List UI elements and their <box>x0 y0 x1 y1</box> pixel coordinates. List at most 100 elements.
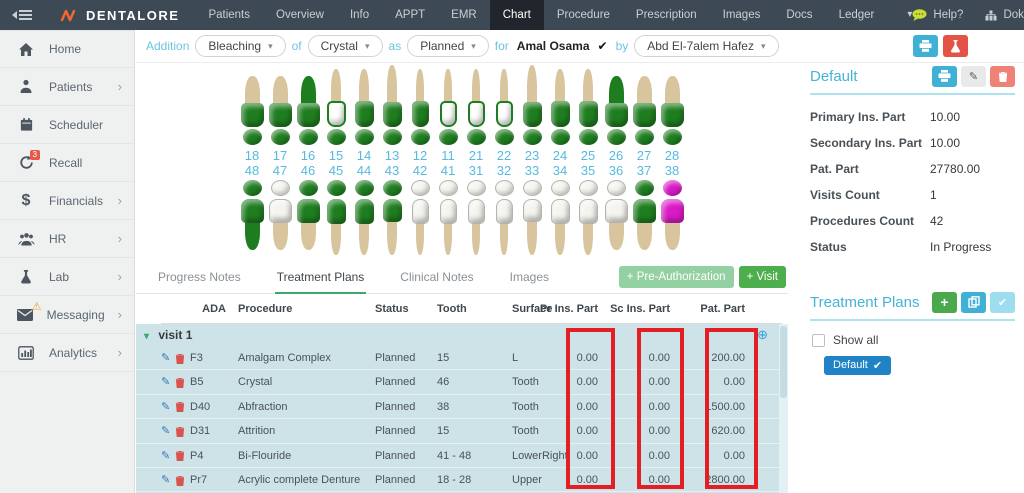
lab-order-button[interactable] <box>943 35 968 57</box>
copy-plan-button[interactable] <box>961 292 986 313</box>
tooth-24[interactable]: 24 <box>547 65 574 163</box>
tooth-17[interactable]: 17 <box>267 65 294 163</box>
tab-treatment-plans[interactable]: Treatment Plans <box>275 261 367 294</box>
add-plan-button[interactable]: + <box>932 292 957 313</box>
tooth-33[interactable]: 33 <box>519 163 546 255</box>
tooth-41[interactable]: 41 <box>435 163 462 255</box>
tooth-22[interactable]: 22 <box>491 65 518 163</box>
tooth-48[interactable]: 48 <box>239 163 266 255</box>
tooth-21[interactable]: 21 <box>463 65 490 163</box>
provider-dropdown[interactable]: Abd El-7alem Hafez▾ <box>634 35 778 57</box>
plan-edit-button[interactable]: ✎ <box>961 66 986 87</box>
hamburger-icon <box>19 8 32 22</box>
tab-images[interactable]: Images <box>508 261 551 294</box>
tooth-27[interactable]: 27 <box>631 65 658 163</box>
add-procedure-to-visit-icon[interactable]: ⊕ <box>757 324 768 346</box>
nav-item-patients[interactable]: Patients <box>195 0 263 30</box>
material-dropdown[interactable]: Crystal▾ <box>308 35 383 57</box>
tooth-number: 45 <box>329 163 343 178</box>
nav-item-appt[interactable]: APPT <box>382 0 438 30</box>
edit-icon[interactable]: ✎ <box>161 346 170 370</box>
sidebar-item-recall[interactable]: 3Recall <box>0 144 134 182</box>
show-all-checkbox[interactable] <box>812 334 825 347</box>
sidebar-item-patients[interactable]: Patients› <box>0 68 134 106</box>
summary-field-procedures-count: Procedures Count42 <box>810 208 1015 234</box>
tab-progress-notes[interactable]: Progress Notes <box>156 261 243 294</box>
plan-print-button[interactable] <box>932 66 957 87</box>
clinic-menu[interactable]: Dokki <box>985 9 1024 21</box>
nav-item-prescription[interactable]: Prescription <box>623 0 710 30</box>
table-header: ADAProcedureStatusToothSurfacePr Ins. Pa… <box>136 294 788 324</box>
visit-collapse-caret-icon[interactable]: ▾ <box>144 331 149 342</box>
nav-item-emr[interactable]: EMR <box>438 0 490 30</box>
status-dropdown[interactable]: Planned▾ <box>407 35 489 57</box>
procedure-dropdown[interactable]: Bleaching▾ <box>195 35 285 57</box>
tooth-occlusal-view <box>243 180 262 196</box>
tooth-15[interactable]: 15 <box>323 65 350 163</box>
table-scrollbar[interactable] <box>779 324 788 493</box>
tooth-45[interactable]: 45 <box>323 163 350 255</box>
tooth-47[interactable]: 47 <box>267 163 294 255</box>
nav-item-images[interactable]: Images <box>710 0 774 30</box>
nav-item-chart[interactable]: Chart <box>490 0 544 30</box>
edit-icon[interactable]: ✎ <box>161 468 170 492</box>
sidebar-item-hr[interactable]: HR› <box>0 220 134 258</box>
sidebar-item-analytics[interactable]: Analytics› <box>0 334 134 372</box>
nav-item-docs[interactable]: Docs <box>773 0 825 30</box>
edit-icon[interactable]: ✎ <box>161 395 170 419</box>
nav-item-info[interactable]: Info <box>337 0 382 30</box>
nav-item-overview[interactable]: Overview <box>263 0 337 30</box>
nav-item-ledger[interactable]: Ledger <box>826 0 888 30</box>
tooth-23[interactable]: 23 <box>519 65 546 163</box>
tooth-13[interactable]: 13 <box>379 65 406 163</box>
plan-delete-button[interactable] <box>990 66 1015 87</box>
sidebar-item-scheduler[interactable]: Scheduler <box>0 106 134 144</box>
default-plan-badge[interactable]: Default ✔ <box>824 356 891 375</box>
sidebar-item-home[interactable]: Home <box>0 30 134 68</box>
tooth-26[interactable]: 26 <box>603 65 630 163</box>
cell-pr-ins-part: 0.00 <box>577 468 598 492</box>
edit-icon[interactable]: ✎ <box>161 444 170 468</box>
tooth-38[interactable]: 38 <box>659 163 686 255</box>
tooth-18[interactable]: 18 <box>239 65 266 163</box>
help-menu[interactable]: Help? <box>912 9 963 22</box>
scrollbar-thumb[interactable] <box>780 326 787 398</box>
tooth-46[interactable]: 46 <box>295 163 322 255</box>
tooth-16[interactable]: 16 <box>295 65 322 163</box>
tooth-occlusal-view <box>383 180 402 196</box>
tooth-37[interactable]: 37 <box>631 163 658 255</box>
cell-procedure: Abfraction <box>230 395 375 419</box>
sidebar-item-financials[interactable]: $Financials› <box>0 182 134 220</box>
tooth-crown <box>496 101 513 127</box>
add-visit-button[interactable]: + Visit <box>739 266 786 288</box>
pre-authorization-button[interactable]: + Pre-Authorization <box>619 266 734 288</box>
tooth-44[interactable]: 44 <box>351 163 378 255</box>
app-logo[interactable]: DENTALORE <box>60 8 179 23</box>
tooth-11[interactable]: 11 <box>435 65 462 163</box>
edit-icon[interactable]: ✎ <box>161 370 170 394</box>
tooth-25[interactable]: 25 <box>575 65 602 163</box>
tooth-number: 12 <box>413 148 427 163</box>
sidebar-item-messaging[interactable]: ⚠Messaging› <box>0 296 134 334</box>
cell-status: Planned <box>375 370 437 394</box>
sidebar-item-lab[interactable]: Lab› <box>0 258 134 296</box>
tooth-14[interactable]: 14 <box>351 65 378 163</box>
tooth-42[interactable]: 42 <box>407 163 434 255</box>
tooth-12[interactable]: 12 <box>407 65 434 163</box>
tooth-32[interactable]: 32 <box>491 163 518 255</box>
tooth-35[interactable]: 35 <box>575 163 602 255</box>
check-icon[interactable]: ✔ <box>598 39 608 53</box>
print-button[interactable] <box>913 35 938 57</box>
field-label: Status <box>810 240 930 254</box>
tooth-31[interactable]: 31 <box>463 163 490 255</box>
tooth-28[interactable]: 28 <box>659 65 686 163</box>
nav-item-procedure[interactable]: Procedure <box>544 0 623 30</box>
confirm-plan-button[interactable]: ✔ <box>990 292 1015 313</box>
cell-ada: F3 <box>184 346 230 370</box>
tooth-36[interactable]: 36 <box>603 163 630 255</box>
edit-icon[interactable]: ✎ <box>161 419 170 443</box>
tooth-34[interactable]: 34 <box>547 163 574 255</box>
sidebar-collapse-icon[interactable] <box>0 8 42 22</box>
tab-clinical-notes[interactable]: Clinical Notes <box>398 261 475 294</box>
tooth-43[interactable]: 43 <box>379 163 406 255</box>
